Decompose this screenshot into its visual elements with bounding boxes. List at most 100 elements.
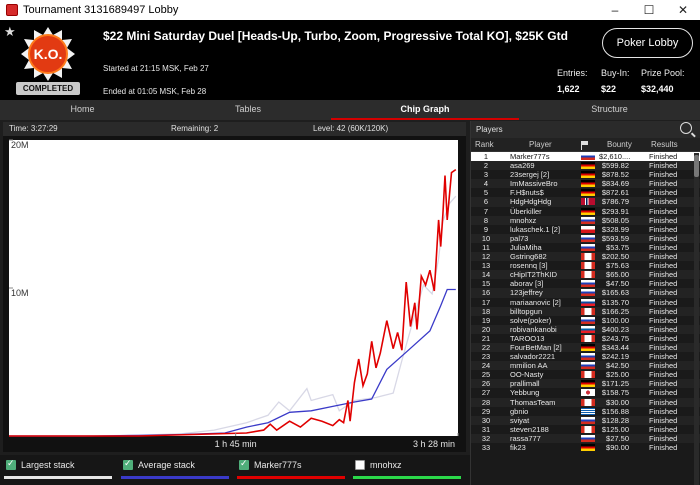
player-row[interactable]: 14 cHipIT2ThKID $65.00 Finished — [471, 270, 700, 280]
player-row[interactable]: 19 solve(poker) $100.00 Finished — [471, 316, 700, 325]
player-result: Finished — [649, 252, 678, 262]
player-result: Finished — [649, 197, 678, 207]
player-result: Finished — [649, 433, 678, 443]
player-row[interactable]: 30 sviyat $128.28 Finished — [471, 415, 700, 425]
close-icon[interactable]: ✕ — [666, 0, 700, 20]
player-result: Finished — [649, 188, 678, 198]
player-row[interactable]: 25 OO-Nasty $25.00 Finished — [471, 370, 700, 379]
player-row[interactable]: 24 mmilion AA $42.50 Finished — [471, 361, 700, 371]
player-bounty: $171.25 — [601, 379, 629, 389]
player-row[interactable]: 6 HdgHdgHdg $786.79 Finished — [471, 197, 700, 207]
player-rank: 2 — [483, 161, 489, 171]
player-result: Finished — [649, 424, 678, 434]
maximize-icon[interactable]: ☐ — [632, 0, 666, 20]
tournament-name: $22 Mini Saturday Duel [Heads-Up, Turbo,… — [103, 29, 568, 43]
player-row[interactable]: 5 F.H$nuts$ $872.61 Finished — [471, 188, 700, 197]
legend-label: Largest stack — [21, 460, 75, 470]
column-rank[interactable]: Rank — [475, 140, 494, 149]
player-row[interactable]: 31 steven2188 $125.00 Finished — [471, 425, 700, 434]
country-flag-icon — [581, 389, 595, 397]
search-icon[interactable] — [680, 122, 692, 134]
plot-area — [9, 140, 458, 436]
players-scrollbar[interactable] — [694, 153, 699, 485]
player-row[interactable]: 12 Gstring682 $202.50 Finished — [471, 252, 700, 262]
player-result: Finished — [649, 415, 678, 425]
legend-mnohxz[interactable]: mnohxz — [355, 460, 402, 470]
status-badge: COMPLETED — [16, 82, 80, 95]
player-bounty: $599.82 — [601, 161, 629, 171]
tab-structure[interactable]: Structure — [519, 100, 700, 120]
player-row[interactable]: 29 gbnio $156.88 Finished — [471, 407, 700, 416]
player-rank: 30 — [481, 415, 491, 425]
legend-line-mnohxz — [353, 476, 461, 479]
player-row[interactable]: 22 FourBetMan [2] $343.44 Finished — [471, 342, 700, 353]
player-bounty: $125.00 — [601, 424, 629, 434]
player-rank: 16 — [481, 288, 491, 298]
country-flag-icon — [581, 171, 595, 179]
player-bounty: $47.50 — [606, 279, 629, 289]
player-row[interactable]: 20 robivankanobi $400.23 Finished — [471, 324, 700, 334]
legend-largest-stack[interactable]: Largest stack — [6, 458, 75, 470]
marker777s-checkbox[interactable] — [239, 458, 249, 470]
player-rank: 32 — [481, 433, 491, 443]
player-row[interactable]: 26 prallimall $171.25 Finished — [471, 379, 700, 389]
column-results[interactable]: Results — [651, 140, 678, 149]
player-bounty: $878.52 — [601, 170, 629, 180]
player-row[interactable]: 15 aborav [3] $47.50 Finished — [471, 279, 700, 288]
average-stack-checkbox[interactable] — [123, 458, 133, 470]
player-row[interactable]: 11 JuliaMiha $53.75 Finished — [471, 243, 700, 252]
mnohxz-checkbox[interactable] — [355, 460, 365, 470]
player-row[interactable]: 13 rosennq [3] $75.63 Finished — [471, 261, 700, 270]
player-row[interactable]: 8 mnohxz $508.05 Finished — [471, 215, 700, 225]
player-row[interactable]: 18 billtopgun $166.25 Finished — [471, 306, 700, 316]
country-flag-icon — [581, 280, 595, 288]
player-row[interactable]: 32 rassa777 $27.50 Finished — [471, 433, 700, 443]
player-result: Finished — [649, 342, 678, 352]
player-row[interactable]: 1 Marker777s $2,610.... Finished — [471, 152, 700, 162]
player-row[interactable]: 33 fik23 $90.00 Finished — [471, 443, 700, 452]
player-rank: 8 — [483, 215, 489, 225]
player-row[interactable]: 10 pal73 $593.59 Finished — [471, 233, 700, 243]
favorite-star-icon[interactable]: ★ — [4, 24, 16, 40]
player-row[interactable]: 27 Yebbung $158.75 Finished — [471, 388, 700, 397]
buyin-label: Buy-In: — [601, 68, 630, 78]
legend-average-stack[interactable]: Average stack — [123, 458, 195, 470]
flag-column-icon[interactable] — [581, 141, 590, 150]
largest-stack-checkbox[interactable] — [6, 458, 16, 470]
country-flag-icon — [581, 416, 595, 424]
x-tick-label: 1 h 45 min — [215, 439, 257, 449]
player-row[interactable]: 3 23sergej [2] $878.52 Finished — [471, 170, 700, 179]
elapsed-time: Time: 3:27:29 — [9, 124, 58, 133]
player-row[interactable]: 7 Überkiller $293.91 Finished — [471, 207, 700, 216]
player-rank: 28 — [481, 397, 491, 407]
tab-tables[interactable]: Tables — [165, 100, 331, 120]
player-row[interactable]: 16 123jeffrey $165.63 Finished — [471, 288, 700, 298]
poker-lobby-button[interactable]: Poker Lobby — [602, 28, 693, 58]
player-row[interactable]: 28 ThomasTeam $30.00 Finished — [471, 397, 700, 407]
legend-marker777s[interactable]: Marker777s — [239, 458, 302, 470]
tab-home[interactable]: Home — [0, 100, 165, 120]
player-rank: 9 — [483, 224, 489, 234]
player-bounty: $156.88 — [601, 406, 629, 416]
player-row[interactable]: 21 TAROO13 $243.75 Finished — [471, 334, 700, 343]
player-result: Finished — [649, 406, 678, 416]
legend-label: Marker777s — [254, 460, 302, 470]
player-result: Finished — [649, 261, 678, 271]
player-name: TAROO13 — [510, 333, 545, 343]
column-bounty[interactable]: Bounty — [607, 140, 632, 149]
player-rank: 27 — [481, 388, 491, 398]
player-row[interactable]: 9 lukaschek.1 [2] $328.99 Finished — [471, 225, 700, 234]
player-result: Finished — [649, 352, 678, 362]
tab-chip-graph[interactable]: Chip Graph — [331, 100, 519, 120]
country-flag-icon — [581, 271, 595, 279]
player-row[interactable]: 2 asa269 $599.82 Finished — [471, 161, 700, 171]
minimize-icon[interactable]: – — [598, 0, 632, 20]
column-player[interactable]: Player — [529, 140, 552, 149]
scrollbar-thumb[interactable] — [694, 155, 699, 177]
player-row[interactable]: 23 salvador2221 $242.19 Finished — [471, 352, 700, 361]
player-row[interactable]: 17 mariaanovic [2] $135.70 Finished — [471, 298, 700, 307]
player-bounty: $165.63 — [601, 288, 629, 298]
player-name: prallimall — [510, 379, 540, 389]
player-bounty: $508.05 — [601, 215, 629, 225]
player-row[interactable]: 4 ImMassiveBro $834.69 Finished — [471, 179, 700, 189]
